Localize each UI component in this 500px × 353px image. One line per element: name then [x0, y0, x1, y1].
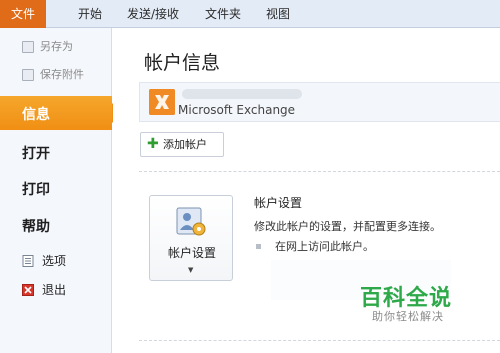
- exchange-logo-icon: [149, 89, 175, 115]
- page-title: 帐户信息: [144, 52, 221, 74]
- sidebar-item-label: 保存附件: [40, 68, 84, 81]
- tab-home[interactable]: 开始: [70, 0, 110, 28]
- sidebar-item-help[interactable]: 帮助: [22, 216, 50, 236]
- sidebar-item-open[interactable]: 打开: [22, 143, 50, 163]
- account-selector[interactable]: Microsoft Exchange: [139, 82, 500, 122]
- tab-folder[interactable]: 文件夹: [198, 0, 248, 28]
- sidebar-item-label: 选项: [42, 254, 67, 268]
- chevron-down-icon: ▼: [188, 266, 194, 274]
- backstage-sidebar: 另存为 保存附件: [0, 28, 112, 353]
- sidebar-item-label: 另存为: [40, 40, 73, 53]
- account-settings-heading: 帐户设置: [254, 196, 303, 210]
- divider: [139, 340, 500, 341]
- save-as-icon: [22, 41, 34, 53]
- sidebar-item-print[interactable]: 打印: [22, 179, 50, 199]
- ribbon-tab-bar: 文件 开始 发送/接收 文件夹 视图: [0, 0, 500, 28]
- account-settings-icon: [176, 207, 206, 236]
- tab-view[interactable]: 视图: [258, 0, 298, 28]
- close-icon: [22, 283, 34, 296]
- sidebar-item-exit[interactable]: 退出: [22, 281, 66, 298]
- add-account-label: 添加帐户: [163, 138, 207, 151]
- sidebar-item-label: 退出: [42, 283, 67, 297]
- sidebar-item-info[interactable]: 信息: [0, 96, 122, 130]
- account-settings-description: 修改此帐户的设置，并配置更多连接。: [254, 220, 441, 233]
- divider: [139, 171, 500, 172]
- sidebar-item-label: 信息: [22, 107, 50, 123]
- save-attachment-icon: [22, 69, 34, 81]
- tab-send-receive[interactable]: 发送/接收: [118, 0, 188, 28]
- sidebar-item-save-attachment[interactable]: 保存附件: [22, 66, 84, 84]
- account-settings-button[interactable]: 帐户设置 ▼: [149, 195, 233, 281]
- web-access-link-label: 在网上访问此帐户。: [275, 240, 374, 253]
- bullet-icon: [256, 243, 261, 249]
- add-account-button[interactable]: ✚ 添加帐户: [140, 132, 224, 157]
- account-type: Microsoft Exchange: [178, 103, 296, 117]
- web-access-link[interactable]: 在网上访问此帐户。: [254, 238, 374, 254]
- tab-file[interactable]: 文件: [0, 0, 46, 28]
- watermark: 百科全说 助你轻松解决: [350, 280, 470, 330]
- account-settings-button-label: 帐户设置: [167, 246, 216, 260]
- sidebar-item-save-as[interactable]: 另存为: [22, 38, 73, 56]
- options-icon: [22, 254, 34, 267]
- plus-icon: ✚: [147, 136, 159, 152]
- watermark-tagline: 助你轻松解决: [372, 310, 444, 323]
- sidebar-item-options[interactable]: 选项: [22, 252, 66, 269]
- account-name-redacted: [182, 89, 302, 99]
